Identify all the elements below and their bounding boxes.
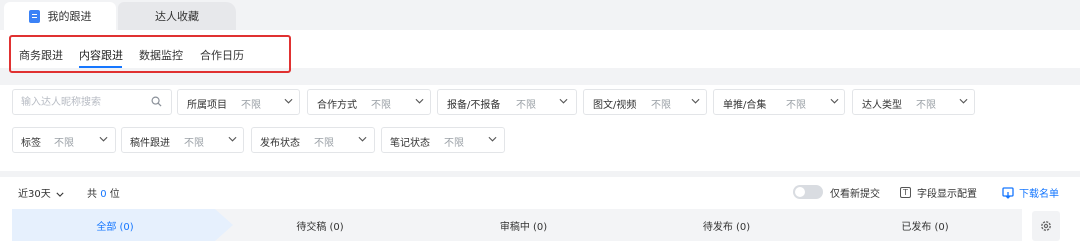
step-published[interactable]: 已发布 (0) <box>828 209 1022 241</box>
filter-label: 单推/合集 <box>723 100 767 111</box>
filter-value: 不限 <box>444 138 464 149</box>
filter-value: 不限 <box>314 138 334 149</box>
filter-project[interactable]: 所属项目 不限 <box>177 89 300 115</box>
tab-favorites[interactable]: 达人收藏 <box>118 2 236 30</box>
date-range-value: 近30天 <box>18 189 51 200</box>
field-config-icon: T <box>900 187 911 198</box>
filter-value: 不限 <box>651 100 671 111</box>
chevron-down-icon <box>559 98 568 104</box>
step-label: 全部 (0) <box>96 221 134 233</box>
chevron-down-icon <box>830 98 839 104</box>
gear-icon <box>1041 221 1051 231</box>
download-label: 下载名单 <box>1019 189 1059 200</box>
download-icon <box>1002 186 1014 199</box>
search-icon[interactable] <box>151 96 162 107</box>
filter-manuscript[interactable]: 稿件跟进 不限 <box>121 127 244 153</box>
step-label: 待交稿 (0) <box>296 221 344 233</box>
filter-push-type[interactable]: 单推/合集 不限 <box>713 89 845 115</box>
field-config-button[interactable]: T 字段显示配置 <box>900 185 977 200</box>
filter-value: 不限 <box>184 138 204 149</box>
tab-label: 达人收藏 <box>155 10 199 23</box>
total-count: 共 0 位 <box>87 185 120 200</box>
filter-label: 稿件跟进 <box>130 138 170 149</box>
filter-value: 不限 <box>916 100 936 111</box>
chevron-down-icon <box>959 98 968 104</box>
step-pending-publish[interactable]: 待发布 (0) <box>625 209 828 241</box>
filter-report[interactable]: 报备/不报备 不限 <box>437 89 577 115</box>
step-label: 审稿中 (0) <box>499 221 548 233</box>
filter-note-status[interactable]: 笔记状态 不限 <box>381 127 505 153</box>
filter-publish-status[interactable]: 发布状态 不限 <box>251 127 375 153</box>
total-number: 0 <box>100 189 107 200</box>
chevron-down-icon <box>691 98 700 104</box>
toggle-label: 仅看新提交 <box>830 189 880 200</box>
new-submission-toggle[interactable] <box>793 185 823 199</box>
filter-label: 笔记状态 <box>390 138 430 149</box>
chevron-down-icon <box>56 192 64 197</box>
chevron-down-icon <box>284 98 293 104</box>
filter-value: 不限 <box>371 100 391 111</box>
filter-label: 达人类型 <box>862 100 902 111</box>
filter-label: 标签 <box>21 138 41 149</box>
step-all[interactable]: 全部 (0) <box>12 209 218 241</box>
filter-coop-mode[interactable]: 合作方式 不限 <box>307 89 431 115</box>
filter-influencer-type[interactable]: 达人类型 不限 <box>852 89 975 115</box>
status-steps: 全部 (0) 待交稿 (0) 审稿中 (0) 待发布 (0) 已发布 (0) <box>12 209 1022 241</box>
settings-button[interactable] <box>1032 211 1060 241</box>
step-reviewing[interactable]: 审稿中 (0) <box>422 209 625 241</box>
filter-label: 所属项目 <box>187 100 227 111</box>
filter-label: 报备/不报备 <box>447 100 501 111</box>
filter-value: 不限 <box>786 100 806 111</box>
chevron-down-icon <box>415 98 424 104</box>
total-prefix: 共 <box>87 189 97 200</box>
chevron-down-icon <box>99 136 108 142</box>
field-config-label: 字段显示配置 <box>917 189 977 200</box>
filter-label: 发布状态 <box>260 138 300 149</box>
total-suffix: 位 <box>109 189 120 200</box>
filter-value: 不限 <box>54 138 74 149</box>
date-range-select[interactable]: 近30天 <box>18 185 64 200</box>
filter-media-type[interactable]: 图文/视频 不限 <box>583 89 707 115</box>
toggle-knob <box>795 187 805 197</box>
step-label: 待发布 (0) <box>702 221 751 233</box>
filter-label: 图文/视频 <box>593 100 637 111</box>
highlight-box <box>9 35 291 73</box>
tab-label: 我的跟进 <box>47 10 92 23</box>
doc-icon <box>28 9 40 23</box>
chevron-down-icon <box>488 136 497 142</box>
search-input[interactable] <box>21 94 141 110</box>
chevron-down-icon <box>228 136 237 142</box>
search-box[interactable] <box>12 89 172 115</box>
filter-value: 不限 <box>241 100 261 111</box>
filter-value: 不限 <box>516 100 536 111</box>
top-tabs: 我的跟进 达人收藏 <box>0 0 1080 30</box>
step-label: 已发布 (0) <box>901 221 949 233</box>
filter-tags[interactable]: 标签 不限 <box>12 127 116 153</box>
step-pending-submit[interactable]: 待交稿 (0) <box>218 209 422 241</box>
chevron-down-icon <box>358 136 367 142</box>
download-button[interactable]: 下载名单 <box>1002 185 1059 200</box>
tab-my-follow[interactable]: 我的跟进 <box>4 2 116 30</box>
filter-label: 合作方式 <box>317 100 357 111</box>
